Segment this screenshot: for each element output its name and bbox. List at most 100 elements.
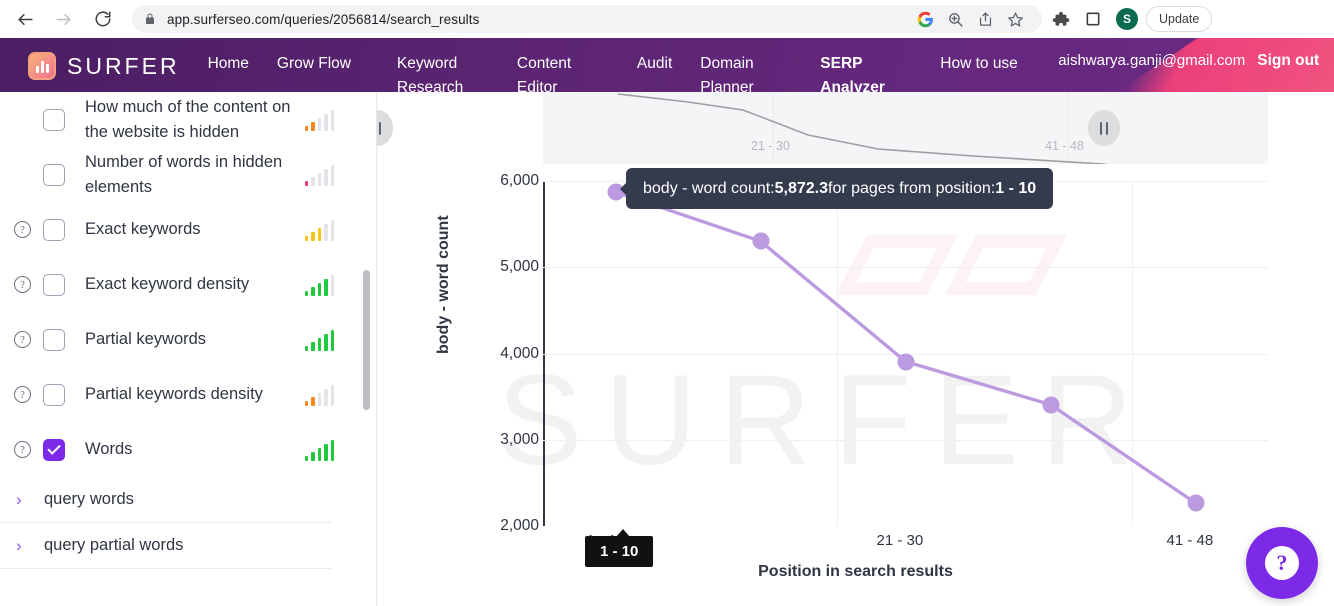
help-question-icon[interactable]: ? [14,276,31,293]
factor-checkbox[interactable] [43,438,65,461]
brush-trendline [617,93,1109,164]
plot-area[interactable] [543,181,1268,526]
app-navbar: SURFER Home Grow Flow Keyword Research Cont… [0,38,1334,94]
factor-label: Partial keywords density [85,385,263,404]
factor-strength-bars [304,439,334,461]
surfer-wordmark[interactable]: SURFER [67,53,180,80]
y-tick-label: 6,000 [500,172,539,189]
factor-checkbox[interactable] [43,328,65,351]
data-point[interactable] [752,232,769,250]
factor-group-label: query words [44,490,134,508]
factor-row[interactable]: Number of words in hidden elements [0,147,360,202]
help-question-icon[interactable]: ? [14,221,31,238]
profile-avatar[interactable]: S [1116,8,1138,30]
factor-row[interactable]: ? Exact keyword density [0,257,360,312]
nav-link-how-to-use[interactable]: How to use [940,52,1032,76]
factor-row[interactable]: How much of the content on the website i… [0,92,360,147]
help-question-icon[interactable]: ? [14,441,31,458]
bookmark-star-icon[interactable] [1000,5,1030,33]
brush-handle-right-icon[interactable] [1088,110,1120,146]
factor-strength-bars [304,329,334,351]
help-question-icon[interactable]: ? [14,386,31,403]
y-axis-title: body - word count [435,215,452,354]
nav-link-grow-flow[interactable]: Grow Flow [277,52,369,76]
factor-strength-bars [304,384,334,406]
nav-link-content-editor[interactable]: Content Editor [517,52,609,94]
factor-checkbox[interactable] [43,218,65,241]
brush-tick-label: 21 - 30 [751,139,790,153]
factor-label: Exact keywords [85,220,201,239]
x-axis-title: Position in search results [758,563,953,580]
brush-tick-label: 41 - 48 [1045,139,1084,153]
sign-out-link[interactable]: Sign out [1257,52,1319,70]
factor-row[interactable]: ? Exact keywords [0,202,360,257]
factor-checkbox[interactable] [43,108,65,131]
browser-toolbar: app.surferseo.com/queries/2056814/search… [0,0,1334,38]
forward-button[interactable] [48,4,78,34]
factor-strength-bars [304,109,334,131]
factor-label: How much of the content on the website i… [85,97,291,141]
factor-row[interactable]: ? Partial keywords density [0,367,360,422]
data-point[interactable] [1187,494,1204,512]
y-axis-ticks: 2,000 3,000 4,000 5,000 6,000 [477,172,539,534]
y-tick-label: 2,000 [500,517,539,534]
account-email[interactable]: aishwarya.ganji@gmail.com [1058,52,1245,69]
factor-label: Partial keywords [85,330,207,349]
factor-strength-bars [304,164,334,186]
chart-tooltip: body - word count: 5,872.3 for pages fro… [626,168,1054,209]
back-button[interactable] [10,4,40,34]
help-question-icon[interactable]: ? [14,331,31,348]
sidebar-scrollbar[interactable] [363,270,370,410]
range-brush[interactable]: 21 - 30 41 - 48 [543,92,1268,164]
factor-row[interactable]: ? Partial keywords [0,312,360,367]
help-button[interactable]: ? [1246,527,1318,599]
reload-button[interactable] [88,4,118,34]
factor-group-row[interactable]: › query words [0,477,332,523]
factor-checkbox[interactable] [43,273,65,296]
google-icon[interactable] [910,5,940,33]
tooltip-middle: for pages from position: [828,179,996,197]
factor-strength-bars [304,274,334,296]
factor-strength-bars [304,219,334,241]
chevron-right-icon[interactable]: › [16,537,30,554]
brush-handle-left-icon[interactable] [377,110,393,146]
nav-link-audit[interactable]: Audit [637,52,672,76]
nav-link-home[interactable]: Home [208,52,249,76]
y-tick-label: 5,000 [500,258,539,276]
factor-checkbox[interactable] [43,383,65,406]
factor-row[interactable]: ? Words [0,422,360,477]
nav-link-keyword-research[interactable]: Keyword Research [397,52,489,94]
y-tick-label: 4,000 [500,344,539,362]
chevron-right-icon[interactable]: › [16,491,30,508]
x-axis-tooltip: 1 - 10 [585,536,654,567]
tooltip-prefix: body - word count: [643,179,775,197]
factor-label: Number of words in hidden elements [85,152,283,196]
puzzle-piece-icon[interactable] [1046,5,1076,33]
lock-icon [144,12,156,26]
share-icon[interactable] [970,5,1000,33]
nav-link-serp-analyzer[interactable]: SERP Analyzer [820,52,912,94]
factor-group-row[interactable]: › query partial words [0,523,332,569]
url-text: app.surferseo.com/queries/2056814/search… [167,11,480,27]
tooltip-value: 5,872.3 [774,179,829,197]
page-body: How much of the content on the website i… [0,92,1334,606]
factors-sidebar: How much of the content on the website i… [0,92,376,606]
update-button[interactable]: Update [1146,6,1213,32]
question-mark-icon: ? [1265,546,1299,580]
zoom-magnifier-icon[interactable] [940,5,970,33]
data-point[interactable] [1042,396,1059,414]
y-tick-label: 3,000 [500,430,539,448]
data-point[interactable] [897,353,914,371]
chart-panel: ▱▱ SURFER 21 - 30 41 - 48 2,000 3,000 4,00… [377,92,1334,606]
factor-group-label: query partial words [44,536,184,554]
x-tick-label: 21 - 30 [876,532,924,549]
nav-link-domain-planner[interactable]: Domain Planner [700,52,792,94]
address-bar[interactable]: app.surferseo.com/queries/2056814/search… [132,5,1042,33]
side-panel-icon[interactable] [1078,5,1108,33]
factor-checkbox[interactable] [43,163,65,186]
surfer-logo-icon[interactable] [28,52,56,80]
x-tick-label: 41 - 48 [1166,532,1214,549]
factor-label: Words [85,440,133,459]
tooltip-position: 1 - 10 [995,179,1037,197]
factor-label: Exact keyword density [85,275,250,294]
